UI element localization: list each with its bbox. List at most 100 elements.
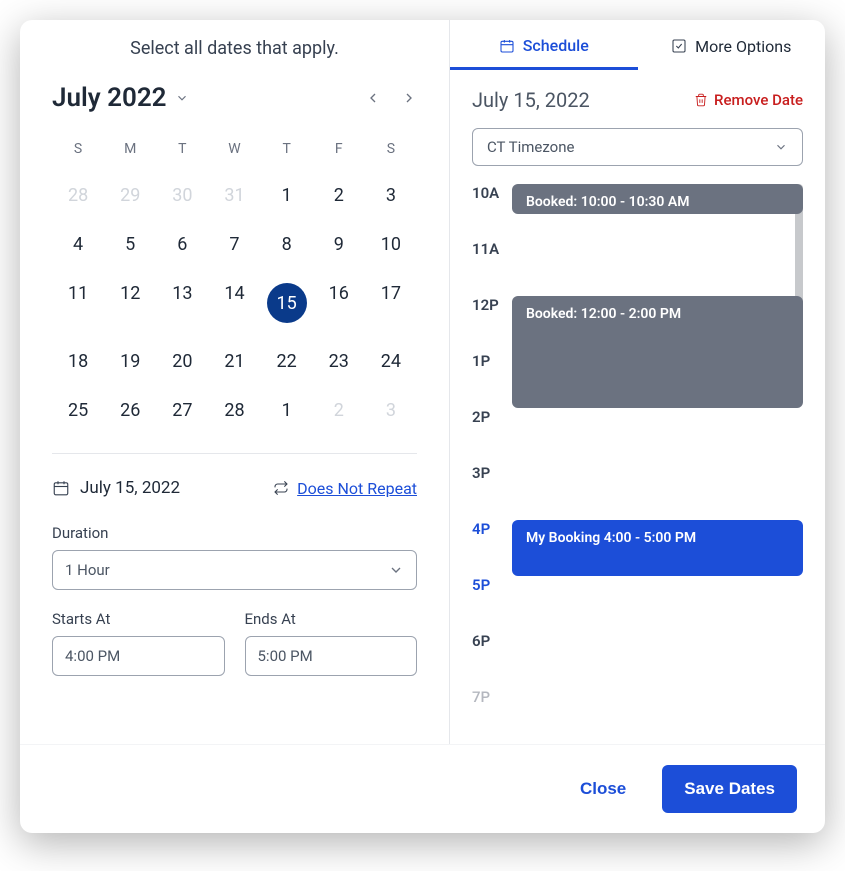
calendar-day[interactable]: 3 <box>365 386 417 435</box>
calendar-day[interactable]: 25 <box>52 386 104 435</box>
calendar-day[interactable]: 26 <box>104 386 156 435</box>
calendar-icon <box>499 38 515 54</box>
repeat-link[interactable]: Does Not Repeat <box>273 479 417 498</box>
calendar-day[interactable]: 14 <box>208 269 260 337</box>
ends-input[interactable]: 5:00 PM <box>245 636 418 676</box>
hour-row[interactable]: 6P <box>472 632 803 688</box>
calendar-day[interactable]: 18 <box>52 337 104 386</box>
date-picker-modal: Select all dates that apply. July 2022 S… <box>20 20 825 833</box>
tab-more-options[interactable]: More Options <box>638 24 826 70</box>
repeat-icon <box>273 480 289 496</box>
calendar-day[interactable]: 10 <box>365 220 417 269</box>
calendar-day[interactable]: 30 <box>156 171 208 220</box>
hour-label: 2P <box>472 408 512 426</box>
calendar-day[interactable]: 1 <box>261 171 313 220</box>
duration-select[interactable]: 1 Hour <box>52 550 417 590</box>
tab-schedule-label: Schedule <box>523 36 589 55</box>
ends-label: Ends At <box>245 610 418 628</box>
calendar-day[interactable]: 7 <box>208 220 260 269</box>
calendar-day[interactable]: 5 <box>104 220 156 269</box>
calendar-day[interactable]: 16 <box>313 269 365 337</box>
calendar-day[interactable]: 21 <box>208 337 260 386</box>
weekday-label: F <box>313 131 365 171</box>
month-selector[interactable]: July 2022 <box>52 83 189 113</box>
calendar-day[interactable]: 20 <box>156 337 208 386</box>
starts-label: Starts At <box>52 610 225 628</box>
remove-date-label: Remove Date <box>714 91 803 109</box>
trash-icon <box>694 93 708 107</box>
instruction-text: Select all dates that apply. <box>52 38 417 59</box>
modal-footer: Close Save Dates <box>20 744 825 833</box>
weekday-label: W <box>208 131 260 171</box>
day-row: 18192021222324 <box>52 337 417 386</box>
schedule-date: July 15, 2022 <box>472 88 590 112</box>
starts-field: Starts At 4:00 PM <box>52 610 225 676</box>
calendar-day[interactable]: 27 <box>156 386 208 435</box>
hour-row[interactable]: 7P <box>472 688 803 744</box>
calendar-day[interactable]: 8 <box>261 220 313 269</box>
weekday-label: S <box>52 131 104 171</box>
my-booking-event[interactable]: My Booking 4:00 - 5:00 PM <box>512 520 803 576</box>
calendar-day[interactable]: 17 <box>365 269 417 337</box>
hour-row[interactable]: 5P <box>472 576 803 632</box>
calendar-day[interactable]: 2 <box>313 171 365 220</box>
month-header: July 2022 <box>52 83 417 113</box>
calendar-day[interactable]: 1 <box>261 386 313 435</box>
calendar-day[interactable]: 19 <box>104 337 156 386</box>
next-month-button[interactable] <box>401 90 417 106</box>
duration-value: 1 Hour <box>65 561 110 579</box>
hour-label: 1P <box>472 352 512 370</box>
calendar-day[interactable]: 9 <box>313 220 365 269</box>
duration-label: Duration <box>52 524 417 542</box>
calendar-day[interactable]: 31 <box>208 171 260 220</box>
close-button[interactable]: Close <box>562 767 644 811</box>
timezone-select[interactable]: CT Timezone <box>472 128 803 166</box>
ends-field: Ends At 5:00 PM <box>245 610 418 676</box>
calendar-day[interactable]: 23 <box>313 337 365 386</box>
weekday-label: T <box>156 131 208 171</box>
repeat-label: Does Not Repeat <box>297 479 417 498</box>
calendar-day[interactable]: 28 <box>52 171 104 220</box>
calendar-day[interactable]: 3 <box>365 171 417 220</box>
calendar-day[interactable]: 4 <box>52 220 104 269</box>
selected-date-row: July 15, 2022 Does Not Repeat <box>52 478 417 498</box>
hour-schedule[interactable]: 10A11A12P1P2P3P4P5P6P7PBooked: 10:00 - 1… <box>472 184 803 744</box>
calendar-day[interactable]: 2 <box>313 386 365 435</box>
prev-month-button[interactable] <box>365 90 381 106</box>
calendar-day[interactable]: 22 <box>261 337 313 386</box>
hour-label: 11A <box>472 240 512 258</box>
booked-event[interactable]: Booked: 12:00 - 2:00 PM <box>512 296 803 408</box>
calendar-day[interactable]: 13 <box>156 269 208 337</box>
calendar-panel: Select all dates that apply. July 2022 S… <box>20 20 450 744</box>
calendar-day[interactable]: 6 <box>156 220 208 269</box>
calendar-day[interactable]: 24 <box>365 337 417 386</box>
save-dates-button[interactable]: Save Dates <box>662 765 797 813</box>
calendar-day[interactable]: 11 <box>52 269 104 337</box>
hour-row[interactable]: 3P <box>472 464 803 520</box>
month-label: July 2022 <box>52 83 167 113</box>
hour-row[interactable]: 11A <box>472 240 803 296</box>
calendar-day[interactable]: 12 <box>104 269 156 337</box>
hour-label: 4P <box>472 520 512 538</box>
hour-label: 7P <box>472 688 512 706</box>
hour-label: 3P <box>472 464 512 482</box>
month-nav <box>365 90 417 106</box>
selected-date: July 15, 2022 <box>52 478 180 498</box>
calendar-icon <box>52 479 70 497</box>
booked-event[interactable]: Booked: 10:00 - 10:30 AM <box>512 184 803 214</box>
weekday-row: SMTWTFS <box>52 131 417 171</box>
hour-row[interactable]: 2P <box>472 408 803 464</box>
starts-input[interactable]: 4:00 PM <box>52 636 225 676</box>
tab-schedule[interactable]: Schedule <box>450 24 638 70</box>
schedule-panel: Schedule More Options July 15, 2022 Remo… <box>450 20 825 744</box>
calendar-day[interactable]: 15 <box>261 269 313 337</box>
hour-label: 5P <box>472 576 512 594</box>
tabs: Schedule More Options <box>450 20 825 70</box>
day-row: 45678910 <box>52 220 417 269</box>
tab-more-label: More Options <box>695 37 791 56</box>
calendar-day[interactable]: 29 <box>104 171 156 220</box>
calendar-day[interactable]: 28 <box>208 386 260 435</box>
chevron-down-icon <box>175 91 189 105</box>
remove-date-button[interactable]: Remove Date <box>694 91 803 109</box>
selected-date-text: July 15, 2022 <box>80 478 180 498</box>
